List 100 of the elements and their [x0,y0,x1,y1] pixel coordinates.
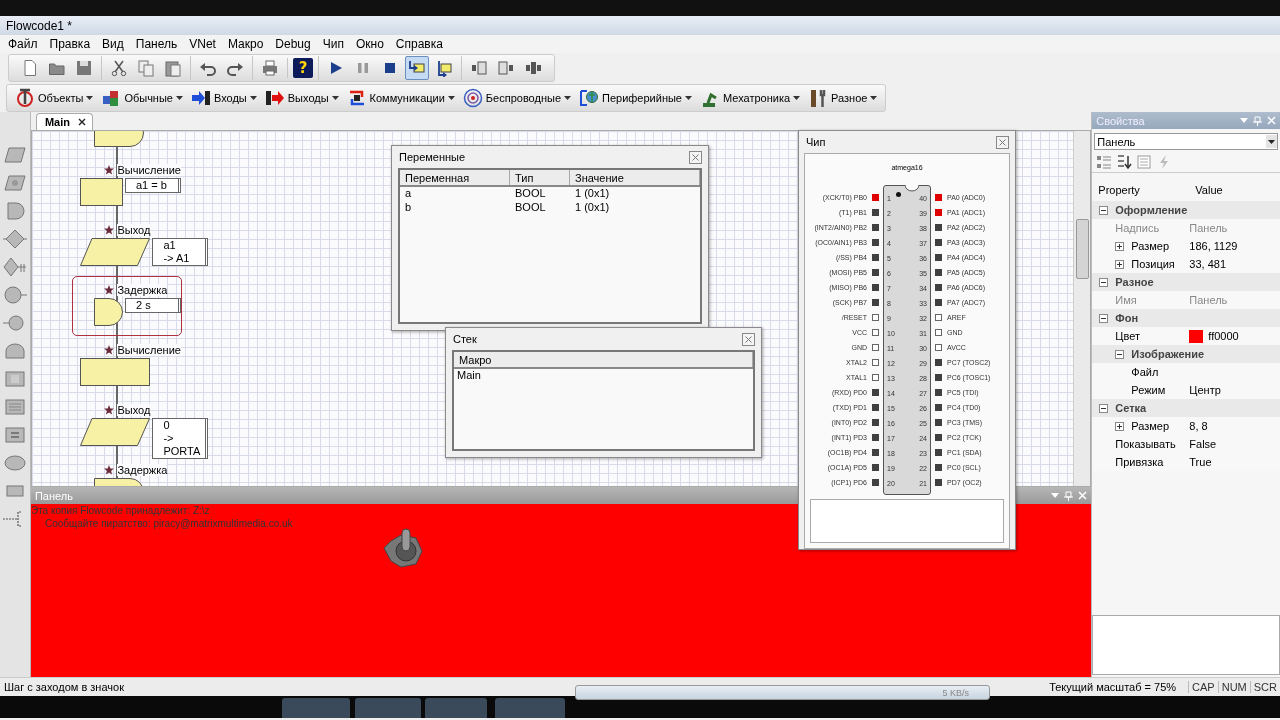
calculation-block[interactable] [80,357,151,386]
category-label: Сетка [1115,402,1147,414]
collapse-icon[interactable] [1099,277,1109,287]
component-menu-button[interactable]: Коммуникации [342,85,459,110]
pin-icon [1253,115,1262,126]
menu-item[interactable]: Файл [2,37,44,51]
property-value[interactable]: 8, 8 [1189,420,1208,432]
vertical-scrollbar[interactable] [1073,131,1091,486]
window-title: Стек [453,333,477,345]
star-icon [104,344,115,355]
property-value[interactable]: 186, 1129 [1189,240,1238,252]
caret-icon [564,95,571,100]
category-label: Оформление [1115,204,1188,216]
column-header[interactable]: Тип [510,170,570,185]
panel-notice: Эта копия Flowcode принадлежит: Z:\z [30,504,211,517]
parameter-callout: 0 -> PORTA [152,417,209,459]
copy-icon [137,59,155,77]
object-dropdown[interactable]: Панель [1094,133,1278,150]
component-menu-button[interactable]: Мехатроника [696,85,805,110]
flowchart-tab[interactable]: Main [35,113,93,130]
column-header[interactable]: Значение [570,170,700,185]
sort-button[interactable] [1116,154,1133,170]
component-menu-button[interactable]: Обычные [97,85,187,110]
property-value[interactable]: False [1189,438,1217,450]
menu-item[interactable]: Макро [221,37,270,51]
caret-icon [331,95,339,100]
menu-item[interactable]: Панель [129,37,184,51]
property-name: Надпись [1115,222,1160,234]
expand-icon[interactable] [1115,241,1125,251]
close-icon [742,332,755,346]
dot-icon [896,192,901,197]
star-icon [104,224,115,235]
menu-item[interactable]: Правка [43,37,97,51]
step-label: Выход [117,403,151,416]
component-menu-button[interactable]: Периферийные [575,85,696,110]
window-title: Переменные [399,151,466,163]
collapse-icon[interactable] [1099,205,1109,215]
step-over-icon [435,59,453,77]
color-swatch[interactable] [1189,329,1204,343]
property-value[interactable]: Центр [1189,384,1221,396]
collapse-icon[interactable] [1115,349,1125,359]
step-label: Задержка [117,463,168,476]
property-value[interactable]: 33, 481 [1189,258,1226,270]
component-menu-button[interactable]: Беспроводные [458,85,575,110]
collapse-icon[interactable] [1099,313,1109,323]
parameter-callout: a1 = b [124,177,181,193]
zoom-level: Текущий масштаб = 75% [1049,681,1177,693]
close-icon [78,118,86,126]
property-name: Цвет [1115,330,1140,342]
wireless-signal-icon [462,87,483,108]
step-label: Вычисление [117,163,181,176]
key-indicator: CAP [1188,681,1218,693]
component-menu-button[interactable]: Объекты [11,85,98,110]
column-header[interactable]: Property [1092,184,1190,196]
close-icon [1267,116,1276,125]
property-value[interactable]: ff0000 [1208,330,1239,342]
close-icon [1078,491,1088,500]
close-icon [689,150,702,164]
menu-item[interactable]: Чип [316,37,350,51]
key-indicator: SCR [1249,681,1280,693]
menu-item[interactable]: Вид [96,37,130,51]
toolbar-button[interactable] [405,56,429,80]
step-label: Задержка [117,283,168,296]
scissors-icon [110,59,128,77]
column-header[interactable]: Макро [454,352,753,367]
close-button[interactable] [742,332,755,346]
output-block [80,237,151,266]
property-name: Имя [1115,294,1137,306]
close-icon [996,135,1009,149]
property-name: Показывать [1115,438,1176,450]
expand-icon[interactable] [1115,259,1125,269]
delay-block[interactable] [94,297,123,326]
component-bracket-icon [524,59,542,77]
component-menu-button[interactable]: Входы [186,85,261,110]
expand-icon[interactable] [1115,421,1125,431]
step-label: Выход [117,223,151,236]
pin-icon [1064,490,1074,501]
collapse-icon[interactable] [1099,403,1109,413]
table-cell-text: Main [456,369,482,383]
window-title: Чип [806,136,826,148]
menu-item[interactable]: Окно [349,37,390,51]
category-label: Изображение [1131,348,1205,360]
calculation-block[interactable] [80,177,123,206]
status-message: Шаг с заходом в значок [4,681,124,693]
key-indicator: NUM [1217,681,1250,693]
property-value[interactable]: True [1189,456,1212,468]
menu-item[interactable]: Справка [389,37,449,51]
close-button[interactable] [996,135,1009,149]
component-menu-button[interactable]: Разное [804,85,882,110]
close-button[interactable] [689,150,702,164]
help-button[interactable]: ? [293,58,313,78]
property-name: Позиция [1131,258,1175,270]
menu-item[interactable]: VNet [183,37,222,51]
table-cell-text: BOOL [514,201,547,215]
component-menu-button[interactable]: Выходы [260,85,343,110]
menu-item[interactable]: Debug [269,37,317,51]
column-header[interactable]: Value [1189,184,1280,196]
column-header[interactable]: Переменная [400,170,510,185]
property-name: Размер [1131,240,1170,252]
category-label: Фон [1115,312,1139,324]
